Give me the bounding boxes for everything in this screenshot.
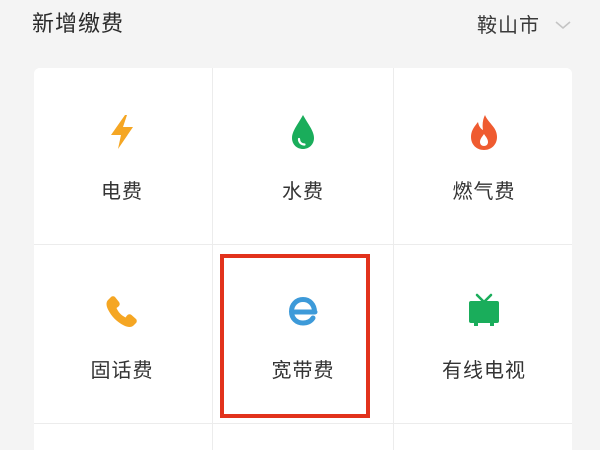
- water-drop-icon: [292, 115, 314, 149]
- tv-icon: [469, 293, 499, 326]
- service-broadband[interactable]: 宽带费: [215, 247, 391, 421]
- city-selector[interactable]: 鞍山市: [477, 9, 572, 41]
- payment-page: 新增缴费 鞍山市 电费 水费 燃气费 固话费 宽带费 有线电视: [0, 0, 600, 450]
- service-label: 宽带费: [271, 358, 335, 382]
- phone-icon: [106, 296, 137, 327]
- service-label: 燃气费: [452, 179, 516, 203]
- service-water[interactable]: 水费: [215, 68, 391, 242]
- city-label: 鞍山市: [477, 13, 540, 37]
- service-label: 固话费: [90, 358, 154, 382]
- service-label: 有线电视: [442, 358, 526, 382]
- service-label: 水费: [282, 179, 324, 203]
- grid-divider: [393, 68, 394, 450]
- grid-divider: [212, 68, 213, 450]
- lightning-icon: [111, 115, 133, 149]
- service-label: 电费: [101, 179, 143, 203]
- grid-divider: [34, 423, 572, 424]
- grid-divider: [34, 244, 572, 245]
- service-landline[interactable]: 固话费: [34, 247, 210, 421]
- service-gas[interactable]: 燃气费: [396, 68, 572, 242]
- chevron-down-icon: [555, 21, 571, 30]
- broadband-e-icon: [288, 296, 318, 326]
- service-cable-tv[interactable]: 有线电视: [396, 247, 572, 421]
- flame-icon: [471, 115, 497, 150]
- service-electricity[interactable]: 电费: [34, 68, 210, 242]
- service-grid: 电费 水费 燃气费 固话费 宽带费 有线电视: [34, 68, 572, 450]
- page-title: 新增缴费: [32, 12, 125, 37]
- header-bar: 新增缴费 鞍山市: [0, 0, 600, 52]
